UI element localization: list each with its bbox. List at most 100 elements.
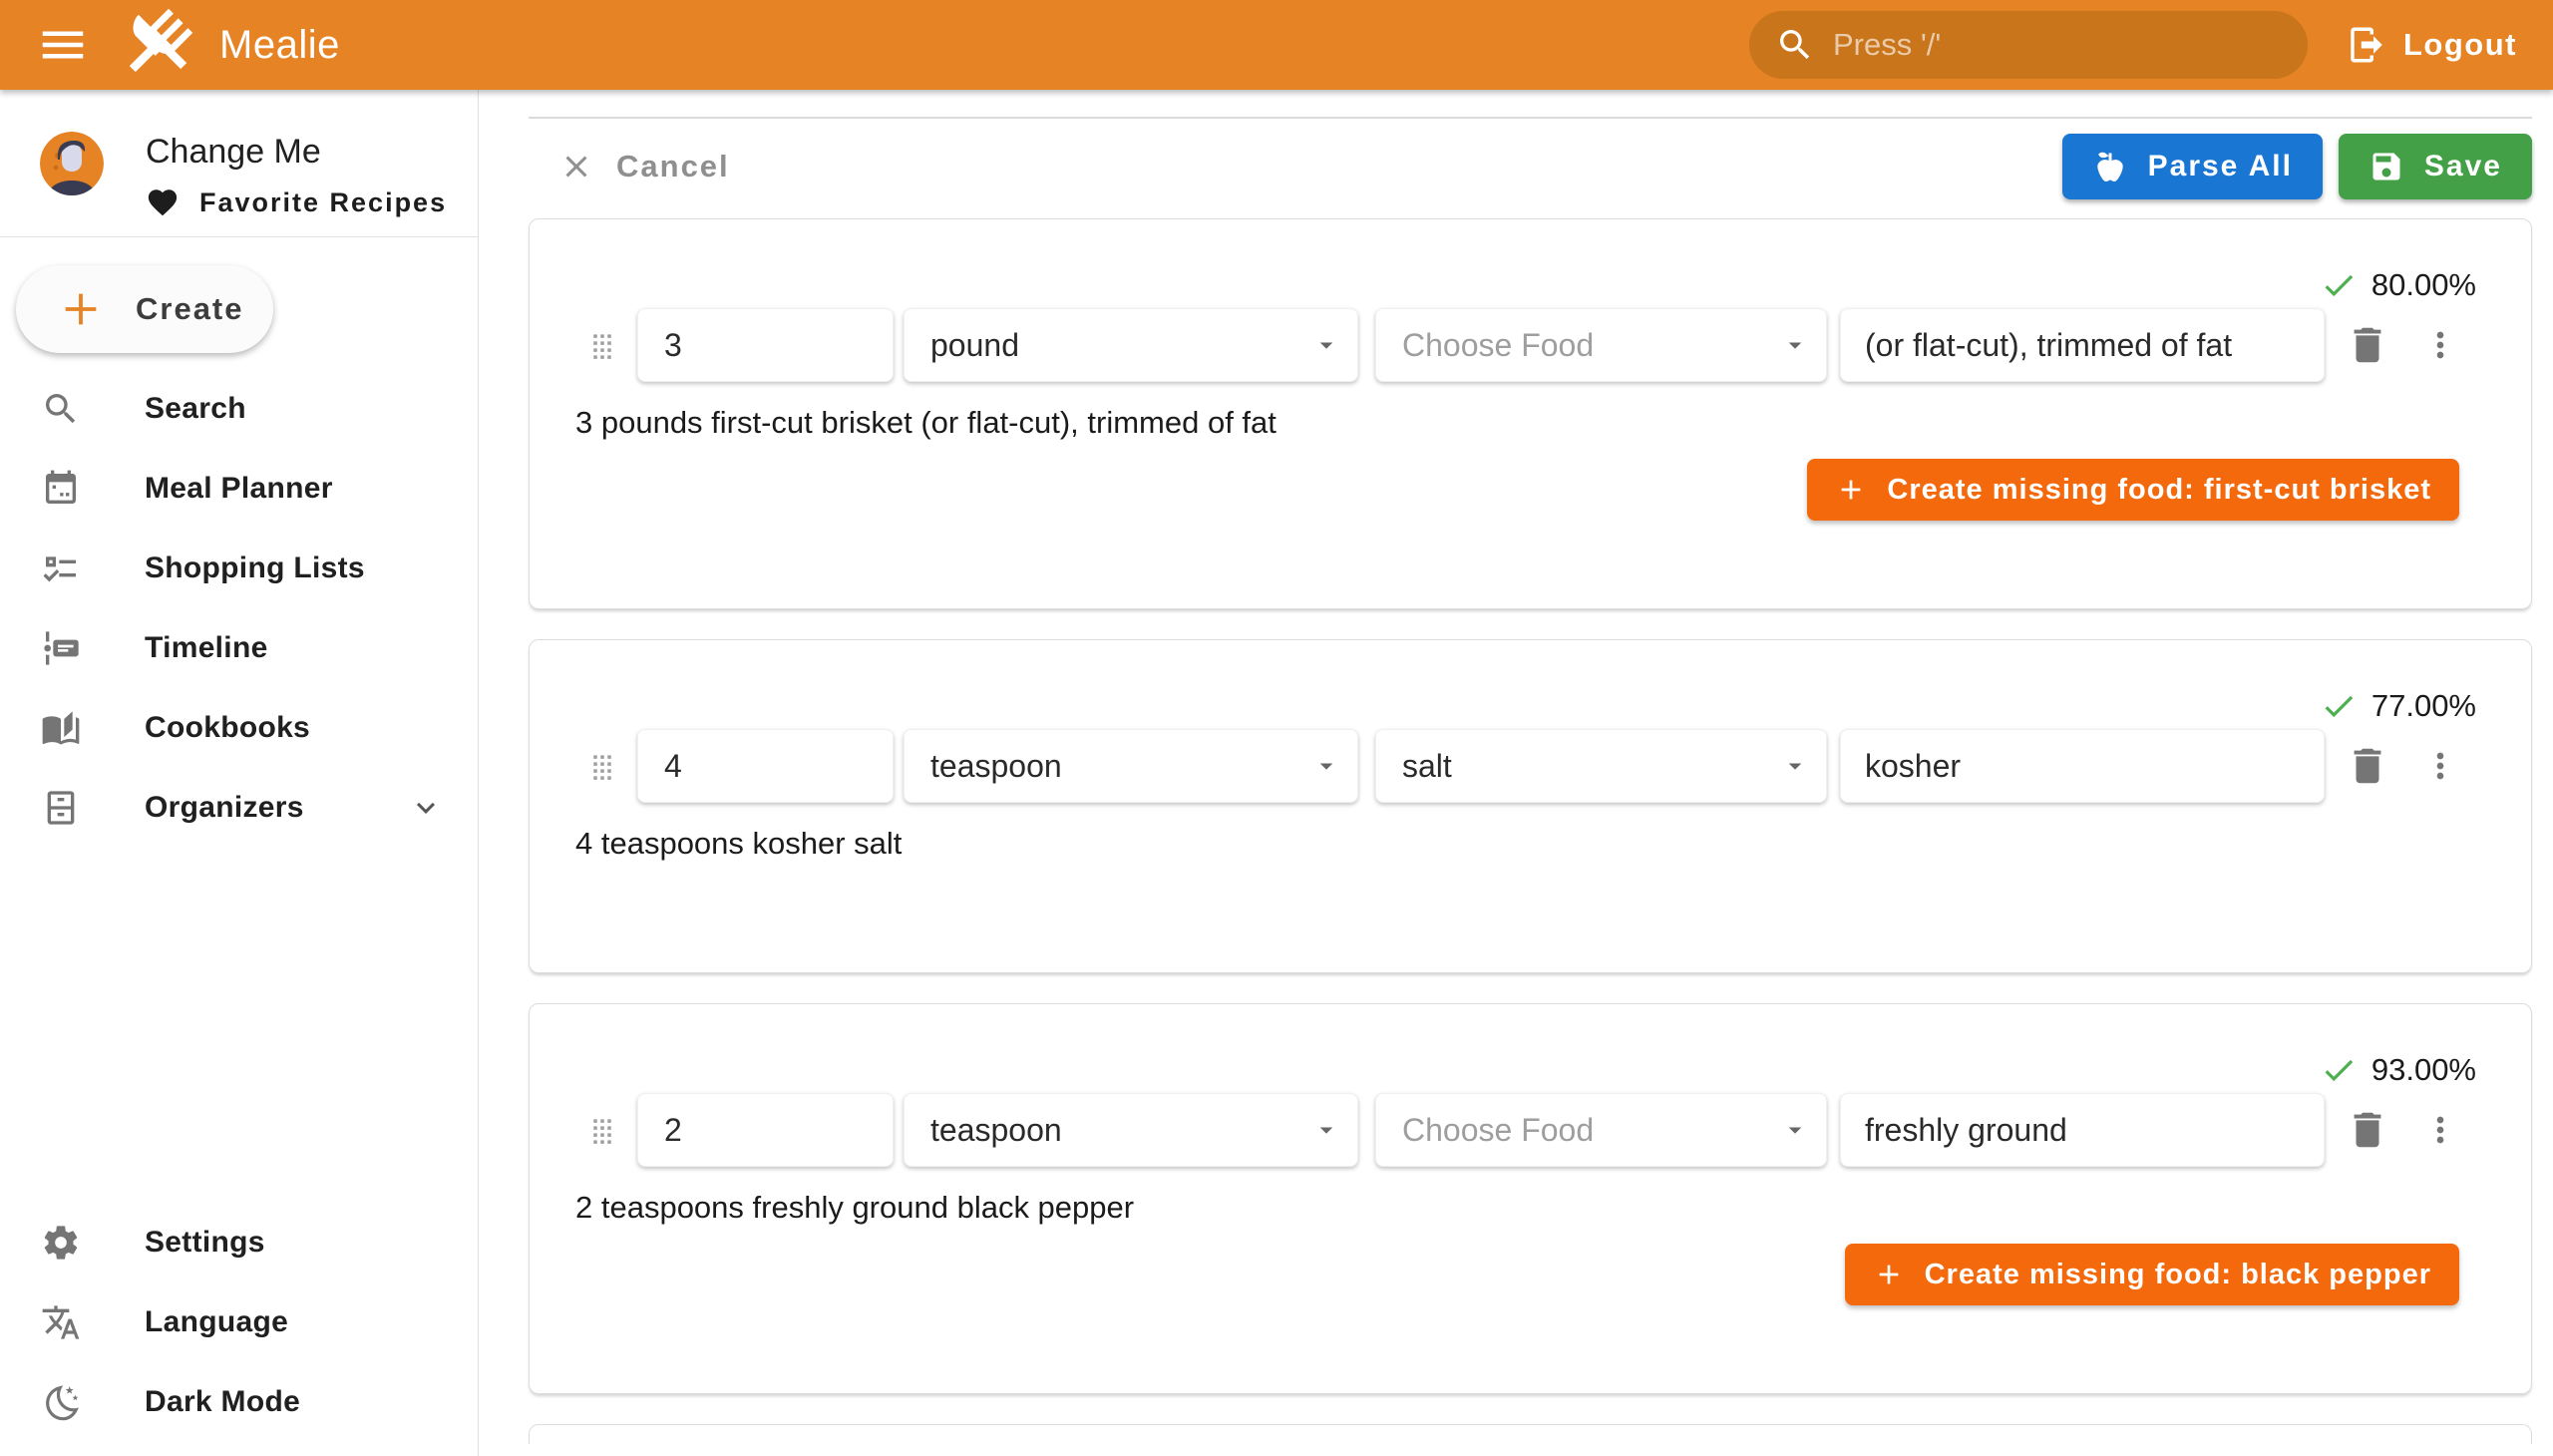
- note-input[interactable]: [1841, 1112, 2324, 1149]
- row-menu-button[interactable]: [2420, 325, 2460, 365]
- sidebar-item-dark-mode[interactable]: Dark Mode: [0, 1362, 478, 1442]
- create-missing-food-button[interactable]: Create missing food: black pepper: [1845, 1244, 2459, 1305]
- sidebar-item-shopping-lists[interactable]: Shopping Lists: [0, 529, 478, 608]
- save-button[interactable]: Save: [2339, 134, 2532, 199]
- create-missing-food-label: Create missing food: black pepper: [1925, 1259, 2431, 1291]
- parse-all-label: Parse All: [2148, 150, 2293, 183]
- app-header: Mealie Logout: [0, 0, 2553, 90]
- quantity-input[interactable]: [638, 1112, 893, 1149]
- menu-down-icon: [1311, 1115, 1341, 1145]
- food-select[interactable]: Choose Food: [1375, 1093, 1827, 1167]
- cancel-button[interactable]: Cancel: [529, 149, 730, 184]
- sidebar-item-search[interactable]: Search: [0, 369, 478, 449]
- plus-icon: [58, 286, 104, 332]
- search-input[interactable]: [1831, 26, 2288, 64]
- search-icon: [1775, 25, 1815, 65]
- unit-select[interactable]: teaspoon: [904, 1093, 1358, 1167]
- trash-icon: [2345, 322, 2390, 368]
- sidebar-item-label: Organizers: [145, 791, 304, 825]
- quantity-input[interactable]: [638, 748, 893, 785]
- parse-all-button[interactable]: Parse All: [2062, 134, 2323, 199]
- ingredient-row: pound Choose Food: [559, 308, 2501, 382]
- unit-select[interactable]: pound: [904, 308, 1358, 382]
- create-missing-food-button[interactable]: Create missing food: first-cut brisket: [1807, 459, 2459, 521]
- row-menu-button[interactable]: [2420, 1110, 2460, 1150]
- delete-ingredient-button[interactable]: [2345, 743, 2390, 789]
- create-label: Create: [136, 291, 244, 327]
- sidebar-item-label: Shopping Lists: [145, 551, 365, 585]
- heart-icon: [146, 185, 180, 219]
- confidence-indicator: 93.00%: [559, 1004, 2476, 1088]
- crossed-fork-knife-icon: [116, 4, 197, 86]
- quantity-field: [637, 308, 894, 382]
- sidebar-item-settings[interactable]: Settings: [0, 1203, 478, 1282]
- sidebar-footer: Settings Language Dark Mode: [0, 1203, 478, 1442]
- ingredient-card: 80.00% pound Choose Food: [529, 218, 2532, 609]
- cancel-label: Cancel: [616, 149, 730, 184]
- drag-handle-icon[interactable]: [587, 322, 617, 368]
- parser-toolbar: Cancel Parse All Save: [529, 134, 2532, 199]
- logout-button[interactable]: Logout: [2340, 23, 2523, 67]
- sidebar-nav: Search Meal Planner Shopping Lists Timel…: [0, 369, 478, 848]
- sidebar-item-label: Language: [145, 1305, 288, 1339]
- sidebar-item-label: Dark Mode: [145, 1385, 300, 1419]
- sidebar-item-organizers[interactable]: Organizers: [0, 768, 478, 848]
- translate-icon: [40, 1302, 82, 1342]
- original-ingredient-text: 4 teaspoons kosher salt: [575, 825, 2501, 863]
- sidebar: Change Me Favorite Recipes Create Search: [0, 90, 479, 1456]
- note-input[interactable]: [1841, 327, 2324, 364]
- sidebar-item-timeline[interactable]: Timeline: [0, 608, 478, 688]
- unit-value: teaspoon: [930, 748, 1062, 785]
- trash-icon: [2345, 743, 2390, 789]
- drawer-icon: [40, 788, 82, 828]
- sidebar-item-label: Meal Planner: [145, 472, 333, 506]
- confidence-indicator: 77.00%: [559, 640, 2476, 724]
- menu-down-icon: [1311, 330, 1341, 360]
- favorite-recipes-link[interactable]: Favorite Recipes: [146, 185, 447, 219]
- search-icon: [40, 389, 82, 429]
- kebab-menu-icon: [2420, 325, 2460, 365]
- food-select[interactable]: salt: [1375, 729, 1827, 803]
- sidebar-divider: [0, 236, 478, 237]
- delete-ingredient-button[interactable]: [2345, 322, 2390, 368]
- checklist-icon: [40, 548, 82, 588]
- timeline-icon: [40, 628, 82, 668]
- ingredient-card: 93.00% teaspoon Choose Food: [529, 1003, 2532, 1394]
- ingredient-row: teaspoon salt: [559, 729, 2501, 803]
- row-menu-button[interactable]: [2420, 746, 2460, 786]
- moon-icon: [40, 1382, 82, 1422]
- sidebar-item-cookbooks[interactable]: Cookbooks: [0, 688, 478, 768]
- quantity-input[interactable]: [638, 327, 893, 364]
- note-field: [1840, 729, 2325, 803]
- user-block[interactable]: Change Me Favorite Recipes: [0, 90, 478, 236]
- sidebar-item-meal-planner[interactable]: Meal Planner: [0, 449, 478, 529]
- create-button[interactable]: Create: [16, 265, 273, 353]
- food-placeholder: Choose Food: [1402, 327, 1594, 364]
- hamburger-menu-button[interactable]: [36, 18, 90, 72]
- menu-down-icon: [1780, 1115, 1810, 1145]
- drag-handle-icon[interactable]: [587, 743, 617, 789]
- user-name: Change Me: [146, 132, 447, 172]
- unit-select[interactable]: teaspoon: [904, 729, 1358, 803]
- sidebar-item-label: Timeline: [145, 631, 268, 665]
- menu-down-icon: [1311, 751, 1341, 781]
- missing-food-row: Create missing food: first-cut brisket: [559, 442, 2501, 521]
- sidebar-item-label: Search: [145, 392, 246, 426]
- apple-icon: [2092, 149, 2128, 184]
- food-select[interactable]: Choose Food: [1375, 308, 1827, 382]
- avatar: [40, 132, 104, 195]
- global-search[interactable]: [1749, 11, 2308, 79]
- kebab-menu-icon: [2420, 1110, 2460, 1150]
- main-content: Cancel Parse All Save 80.00%: [479, 90, 2553, 1456]
- delete-ingredient-button[interactable]: [2345, 1107, 2390, 1153]
- menu-down-icon: [1780, 330, 1810, 360]
- note-input[interactable]: [1841, 748, 2324, 785]
- original-ingredient-text: 3 pounds first-cut brisket (or flat-cut)…: [575, 404, 2501, 442]
- ingredient-card: 77.00% teaspoon salt: [529, 639, 2532, 973]
- plus-icon: [1873, 1259, 1905, 1290]
- sidebar-item-language[interactable]: Language: [0, 1282, 478, 1362]
- confidence-value: 93.00%: [2371, 1052, 2476, 1088]
- drag-handle-icon[interactable]: [587, 1107, 617, 1153]
- hamburger-menu-icon: [36, 18, 90, 72]
- ingredient-card-partial: [529, 1424, 2532, 1444]
